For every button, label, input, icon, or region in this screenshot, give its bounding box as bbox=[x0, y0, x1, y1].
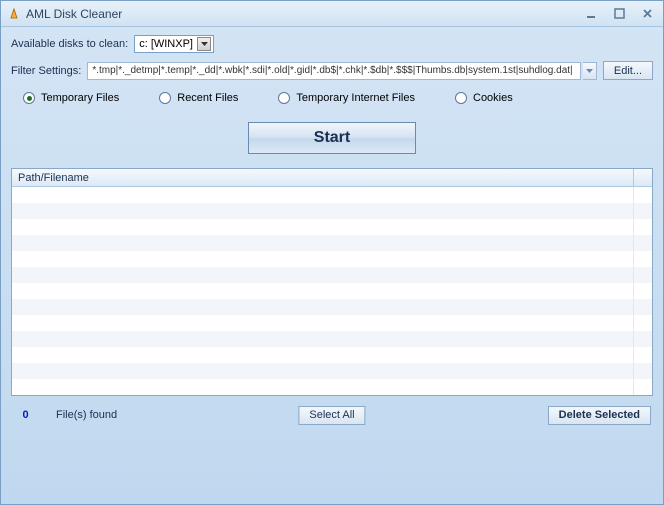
disks-label: Available disks to clean: bbox=[11, 38, 128, 50]
files-found-label: File(s) found bbox=[56, 409, 117, 421]
app-icon bbox=[7, 7, 21, 21]
disks-row: Available disks to clean: c: [WINXP] bbox=[11, 35, 653, 53]
select-all-button[interactable]: Select All bbox=[298, 406, 365, 425]
list-body[interactable] bbox=[12, 187, 652, 395]
column-spacer bbox=[634, 169, 652, 186]
file-list[interactable]: Path/Filename bbox=[11, 168, 653, 396]
chevron-down-icon[interactable] bbox=[197, 37, 211, 51]
maximize-button[interactable] bbox=[609, 6, 629, 22]
radio-temporary-internet-files[interactable]: Temporary Internet Files bbox=[278, 92, 415, 104]
filter-input[interactable]: *.tmp|*._detmp|*.temp|*._dd|*.wbk|*.sdi|… bbox=[87, 62, 581, 80]
disks-combo[interactable]: c: [WINXP] bbox=[134, 35, 214, 53]
edit-button[interactable]: Edit... bbox=[603, 61, 653, 80]
filter-dropdown-button[interactable] bbox=[583, 62, 597, 80]
window-controls bbox=[581, 6, 657, 22]
radio-cookies[interactable]: Cookies bbox=[455, 92, 513, 104]
delete-selected-button[interactable]: Delete Selected bbox=[548, 406, 651, 425]
close-button[interactable] bbox=[637, 6, 657, 22]
window-title: AML Disk Cleaner bbox=[26, 7, 581, 21]
footer-row: 0 File(s) found Select All Delete Select… bbox=[11, 404, 653, 426]
radio-label: Recent Files bbox=[177, 92, 238, 104]
radio-label: Temporary Files bbox=[41, 92, 119, 104]
start-wrap: Start bbox=[11, 122, 653, 154]
radio-icon bbox=[278, 92, 290, 104]
radio-icon bbox=[455, 92, 467, 104]
radio-label: Cookies bbox=[473, 92, 513, 104]
start-button[interactable]: Start bbox=[248, 122, 416, 154]
radio-temporary-files[interactable]: Temporary Files bbox=[23, 92, 119, 104]
list-header: Path/Filename bbox=[12, 169, 652, 187]
app-window: AML Disk Cleaner Available disks to clea… bbox=[0, 0, 664, 505]
content-area: Available disks to clean: c: [WINXP] Fil… bbox=[1, 27, 663, 434]
radio-recent-files[interactable]: Recent Files bbox=[159, 92, 238, 104]
filter-label: Filter Settings: bbox=[11, 65, 81, 77]
radio-group: Temporary Files Recent Files Temporary I… bbox=[11, 92, 653, 104]
filter-value: *.tmp|*._detmp|*.temp|*._dd|*.wbk|*.sdi|… bbox=[92, 65, 572, 76]
titlebar: AML Disk Cleaner bbox=[1, 1, 663, 27]
disks-selected: c: [WINXP] bbox=[139, 38, 194, 50]
radio-icon bbox=[23, 92, 35, 104]
column-path-filename[interactable]: Path/Filename bbox=[12, 169, 634, 186]
radio-icon bbox=[159, 92, 171, 104]
minimize-button[interactable] bbox=[581, 6, 601, 22]
file-count: 0 bbox=[13, 409, 38, 421]
filter-row: Filter Settings: *.tmp|*._detmp|*.temp|*… bbox=[11, 61, 653, 80]
radio-label: Temporary Internet Files bbox=[296, 92, 415, 104]
